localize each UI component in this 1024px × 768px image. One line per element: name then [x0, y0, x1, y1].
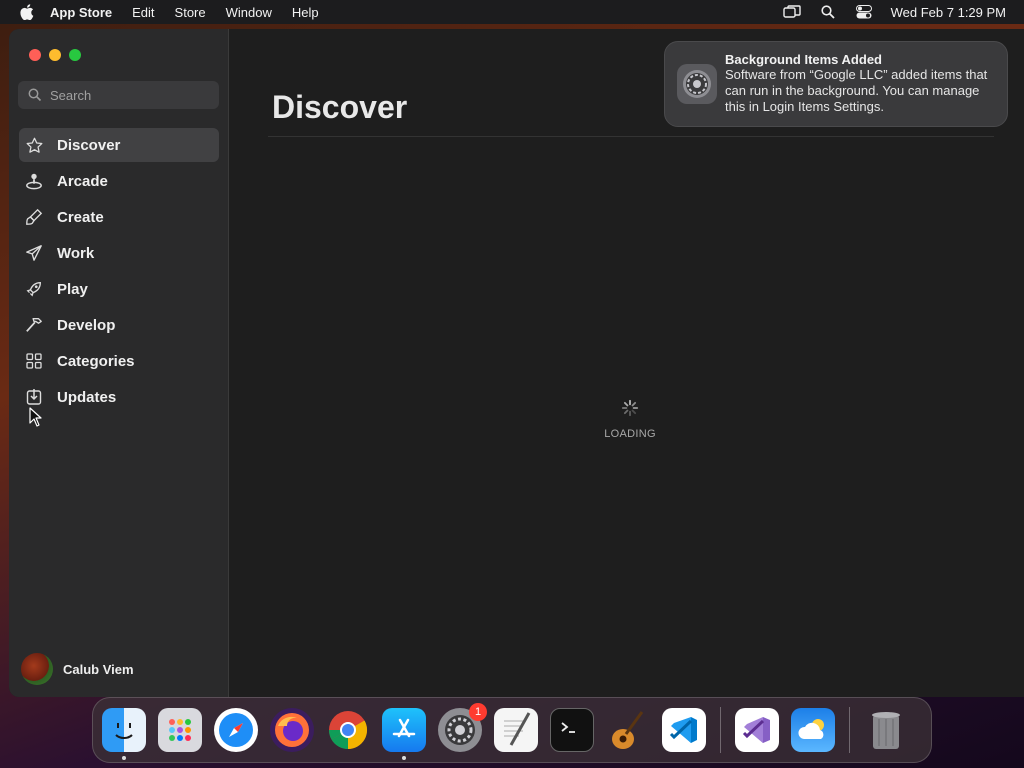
sidebar-item-arcade[interactable]: Arcade — [19, 164, 219, 198]
menu-help[interactable]: Help — [292, 5, 319, 20]
running-indicator — [122, 756, 126, 760]
user-name[interactable]: Calub Viem — [63, 662, 134, 677]
hammer-icon — [25, 316, 43, 334]
app-store-window: Discover Arcade Create Work — [9, 29, 1024, 697]
sidebar-item-discover[interactable]: Discover — [19, 128, 219, 162]
menu-window[interactable]: Window — [226, 5, 272, 20]
guitar-icon — [612, 711, 644, 749]
dock-separator — [849, 707, 850, 753]
dock-system-settings[interactable]: 1 — [438, 703, 487, 752]
spotlight-search-icon[interactable] — [819, 4, 837, 20]
spinner-icon — [621, 399, 639, 417]
user-account[interactable]: Calub Viem — [21, 653, 134, 685]
sidebar-nav: Discover Arcade Create Work Play Develop… — [19, 128, 219, 416]
sidebar-item-develop[interactable]: Develop — [19, 308, 219, 342]
window-controls — [29, 49, 81, 61]
avatar[interactable] — [21, 653, 53, 685]
sidebar-item-label: Updates — [57, 388, 117, 406]
search-input[interactable] — [50, 87, 200, 103]
dock-app-store[interactable] — [382, 708, 426, 760]
sidebar-item-label: Categories — [57, 352, 135, 370]
sidebar-item-label: Play — [57, 280, 88, 298]
sidebar-item-updates[interactable]: Updates — [19, 380, 219, 414]
sidebar: Discover Arcade Create Work — [9, 29, 229, 697]
dock-trash[interactable] — [864, 708, 908, 752]
paper-plane-icon — [25, 244, 43, 262]
screen-mirroring-icon[interactable] — [782, 4, 801, 20]
rocket-icon — [25, 280, 43, 298]
loading-text: LOADING — [604, 428, 656, 440]
sidebar-item-label: Arcade — [57, 172, 108, 190]
title-divider — [268, 136, 994, 137]
sidebar-item-label: Work — [57, 244, 95, 262]
fullscreen-button[interactable] — [69, 49, 81, 61]
running-indicator — [402, 756, 406, 760]
trash-icon — [872, 712, 900, 749]
finder-face-icon — [115, 723, 133, 739]
minimize-button[interactable] — [49, 49, 61, 61]
search-field[interactable] — [18, 81, 219, 109]
notification-title: Background Items Added — [725, 52, 882, 67]
menubar-datetime[interactable]: Wed Feb 7 1:29 PM — [891, 5, 1006, 20]
dock-garageband[interactable] — [606, 708, 650, 752]
launchpad-grid-icon — [169, 719, 191, 741]
menu-store[interactable]: Store — [175, 5, 206, 20]
star-icon — [25, 136, 43, 154]
dock-textedit[interactable] — [494, 708, 538, 752]
dock: 1 — [92, 697, 932, 763]
page-title: Discover — [272, 89, 408, 125]
dock-safari[interactable] — [214, 708, 258, 752]
dock-firefox[interactable] — [270, 708, 314, 752]
sidebar-item-label: Develop — [57, 316, 116, 334]
menu-app-name[interactable]: App Store — [50, 5, 112, 20]
dock-finder[interactable] — [102, 708, 146, 760]
sidebar-item-play[interactable]: Play — [19, 272, 219, 306]
weather-cloud-icon — [798, 719, 824, 739]
dock-visual-studio[interactable] — [735, 708, 779, 752]
search-icon — [28, 88, 42, 102]
main-content: Discover LOADING — [230, 29, 1024, 697]
visual-studio-icon — [742, 717, 770, 743]
joystick-icon — [25, 172, 43, 190]
sidebar-item-categories[interactable]: Categories — [19, 344, 219, 378]
app-store-icon — [392, 718, 416, 738]
terminal-icon — [561, 722, 575, 733]
grid-icon — [25, 352, 43, 370]
notification-body: Software from “Google LLC” added items t… — [725, 67, 988, 114]
notification-banner[interactable]: Background Items Added Software from “Go… — [664, 41, 1008, 127]
sidebar-item-create[interactable]: Create — [19, 200, 219, 234]
chrome-icon — [328, 711, 368, 750]
vscode-icon — [669, 717, 697, 743]
sidebar-item-label: Create — [57, 208, 104, 226]
control-center-icon[interactable] — [855, 4, 873, 20]
dock-terminal[interactable] — [550, 708, 594, 752]
menu-bar: App Store Edit Store Window Help Wed Feb… — [0, 0, 1024, 24]
download-icon — [25, 388, 43, 406]
dock-weather[interactable] — [791, 708, 835, 752]
dock-separator — [720, 707, 721, 753]
notification-badge: 1 — [469, 703, 487, 721]
menu-edit[interactable]: Edit — [132, 5, 154, 20]
dock-launchpad[interactable] — [158, 708, 202, 752]
brush-icon — [25, 208, 43, 226]
safari-compass-icon — [219, 713, 253, 747]
apple-icon[interactable] — [18, 3, 36, 21]
mouse-cursor-icon — [29, 407, 42, 427]
dock-vscode[interactable] — [662, 708, 706, 752]
sidebar-item-label: Discover — [57, 136, 121, 154]
sidebar-item-work[interactable]: Work — [19, 236, 219, 270]
loading-indicator: LOADING — [600, 399, 660, 440]
dock-chrome[interactable] — [326, 708, 370, 752]
firefox-icon — [275, 713, 309, 747]
textedit-icon — [504, 712, 531, 746]
system-settings-icon — [677, 64, 717, 104]
close-button[interactable] — [29, 49, 41, 61]
